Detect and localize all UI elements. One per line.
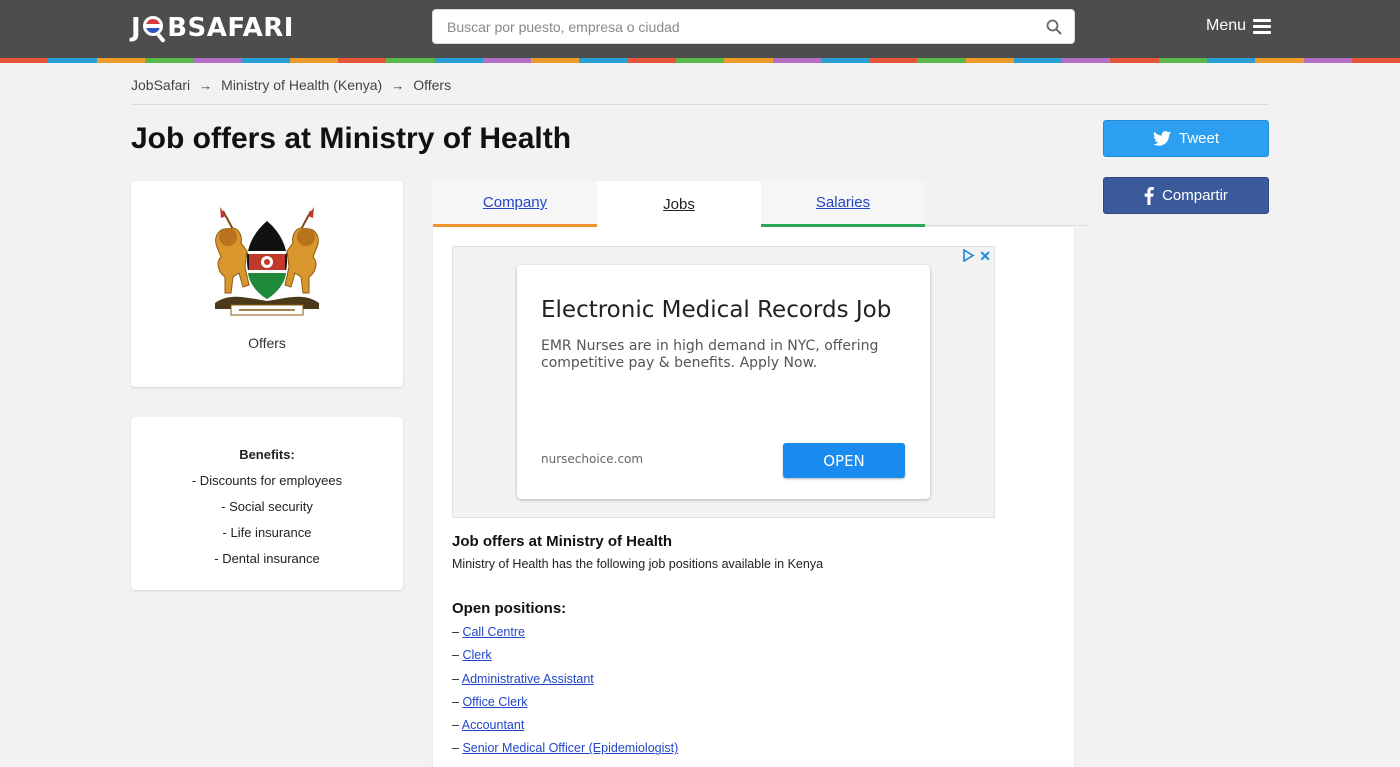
close-icon[interactable]: ✕ [979,249,991,263]
stripe-segment [96,58,145,63]
list-item: – Office Clerk [452,694,528,709]
stripe-segment [1062,58,1111,63]
facebook-share-button[interactable]: Compartir [1103,177,1269,214]
tab-company[interactable]: Company [433,181,597,227]
ad-text: EMR Nurses are in high demand in NYC, of… [541,338,879,371]
ad-open-button[interactable]: OPEN [783,443,905,478]
stripe-segment [48,58,97,63]
stripe-segment [434,58,483,63]
logo-text-left: J [131,13,142,43]
company-logo-card: Offers [131,181,403,387]
search-input[interactable] [433,10,1023,43]
stripe-segment [1110,58,1159,63]
stripe-segment [965,58,1014,63]
benefit-item: - Life insurance [222,525,312,540]
position-link-office-clerk[interactable]: Office Clerk [462,695,527,709]
breadcrumb-arrow-icon: → [391,77,405,93]
ad-card[interactable]: Electronic Medical Records Job EMR Nurse… [517,265,930,499]
section-heading: Job offers at Ministry of Health [452,533,673,550]
breadcrumb-arrow-icon: → [199,77,213,93]
logo-text-right: BSAFARI [167,13,294,43]
stripe-segment [1013,58,1063,63]
position-link-call-centre[interactable]: Call Centre [462,625,525,639]
stripe-segment [0,58,49,63]
magnifier-flag-icon [142,14,166,44]
search-box [432,9,1075,44]
stripe-segment [675,58,725,63]
ad-domain: nursechoice.com [541,452,644,466]
tweet-button[interactable]: Tweet [1103,120,1269,157]
color-stripe [0,58,1400,63]
ad-controls: ✕ [962,249,991,263]
stripe-segment [144,58,194,63]
stripe-segment [917,58,966,63]
stripe-segment [579,58,628,63]
adchoices-icon[interactable] [962,249,975,262]
stripe-segment [531,58,580,63]
divider [131,104,1269,105]
stripe-segment [1207,58,1256,63]
company-caption: Offers [248,335,286,351]
stripe-segment [772,58,821,63]
menu-button[interactable]: Menu [1206,17,1272,35]
stripe-segment [1351,58,1400,63]
benefit-item: - Social security [221,499,313,514]
stripe-segment [1255,58,1304,63]
section-description: Ministry of Health has the following job… [452,557,824,571]
search-icon[interactable] [1046,19,1062,35]
list-item: – Clerk [452,648,492,663]
positions-list: – Call Centre – Clerk – Administrative A… [452,625,678,765]
stripe-segment [627,58,676,63]
stripe-segment [1303,58,1352,63]
ad-title[interactable]: Electronic Medical Records Job [541,297,891,323]
page-title: Job offers at Ministry of Health [131,122,572,155]
benefit-item: - Dental insurance [214,551,320,566]
stripe-segment [1158,58,1208,63]
list-item: – Call Centre [452,625,525,639]
breadcrumb-item-home[interactable]: JobSafari [131,77,190,93]
breadcrumb: JobSafari → Ministry of Health (Kenya) →… [131,77,451,93]
position-link-senior-medical-officer[interactable]: Senior Medical Officer (Epidemiologist) [462,741,678,755]
stripe-segment [337,58,387,63]
share-label: Compartir [1162,187,1228,204]
open-positions-heading: Open positions: [452,600,567,617]
stripe-segment [724,58,773,63]
jobsafari-logo[interactable]: J BSAFARI [131,10,294,46]
stripe-segment [820,58,870,63]
twitter-icon [1152,131,1171,146]
breadcrumb-item-company[interactable]: Ministry of Health (Kenya) [221,77,382,93]
menu-label: Menu [1206,17,1247,34]
stripe-segment [482,58,532,63]
breadcrumb-item-offers[interactable]: Offers [413,77,451,93]
stripe-segment [386,58,435,63]
tweet-label: Tweet [1178,130,1220,147]
benefit-item: - Discounts for employees [191,473,343,488]
list-item: – Administrative Assistant [452,671,594,686]
top-navbar: J BSAFARI Menu [0,0,1400,58]
stripe-segment [241,58,290,63]
benefits-card: Benefits: - Discounts for employees - So… [131,417,403,590]
stripe-segment [869,58,918,63]
benefits-title: Benefits: [239,447,295,462]
stripe-segment [289,58,338,63]
list-item: – Senior Medical Officer (Epidemiologist… [452,741,679,756]
list-item: – Accountant [452,718,525,733]
hamburger-icon [1253,18,1272,34]
position-link-administrative-assistant[interactable]: Administrative Assistant [462,672,594,686]
kenya-coat-of-arms-logo [215,207,319,316]
tab-salaries[interactable]: Salaries [761,181,925,227]
company-tabs: Company Jobs Salaries [433,181,1088,227]
stripe-segment [193,58,242,63]
position-link-accountant[interactable]: Accountant [462,718,525,732]
tab-jobs[interactable]: Jobs [597,181,761,227]
position-link-clerk[interactable]: Clerk [462,648,491,662]
advertisement: ✕ Electronic Medical Records Job EMR Nur… [452,246,995,518]
facebook-icon [1144,186,1154,205]
jobs-panel: ✕ Electronic Medical Records Job EMR Nur… [433,227,1074,767]
tabs-divider [925,225,1088,226]
